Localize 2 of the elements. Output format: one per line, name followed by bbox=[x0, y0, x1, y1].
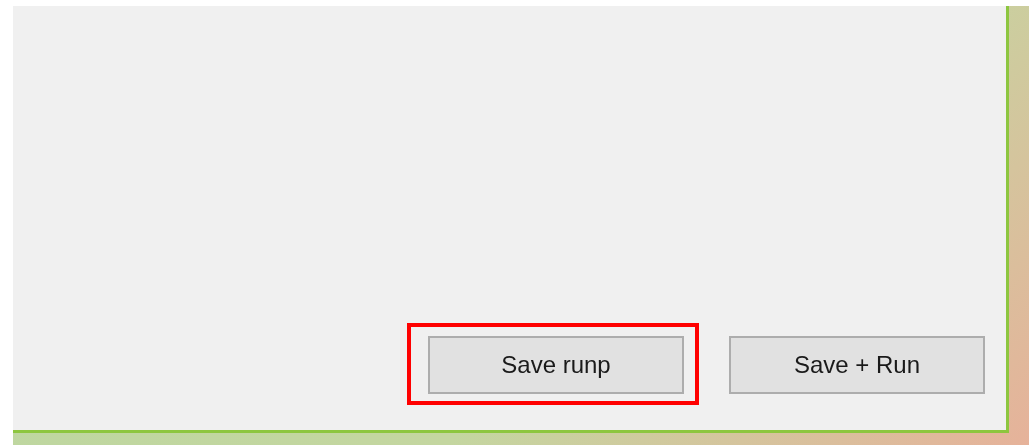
save-button[interactable]: Save runp bbox=[428, 336, 684, 394]
save-button[interactable]: Save + Run bbox=[729, 336, 985, 394]
